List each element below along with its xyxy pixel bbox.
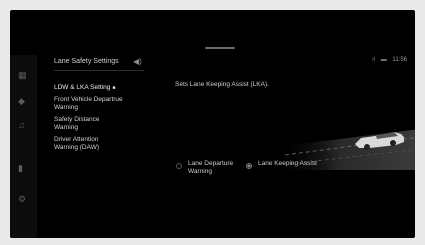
settings-icon[interactable]: ⚙ (18, 195, 26, 204)
battery-icon: ▬ (380, 57, 387, 63)
radio-on-icon (246, 163, 252, 169)
header-divider (54, 70, 144, 71)
menu-item-safety-distance[interactable]: Safety Distance Warning (54, 116, 114, 132)
settings-menu: LDW & LKA Setting ■ Front Vehicle Departr… (54, 84, 169, 156)
drag-handle[interactable] (205, 47, 235, 49)
navigation-icon[interactable]: ◆ (18, 97, 25, 106)
menu-item-driver-attention[interactable]: Driver Attention Warning (DAW) (54, 136, 124, 152)
left-rail: ▦ ◆ ♫ ▮ ⚙ (10, 55, 37, 238)
option-label: Lane Departure Warning (188, 160, 234, 175)
menu-item-front-vehicle-departure[interactable]: Front Vehicle Departrue Warning (54, 96, 126, 112)
menu-item-label: LDW & LKA Setting (54, 84, 111, 91)
page-title: Lane Safety Settings (54, 58, 119, 65)
phone-icon[interactable]: ▮ (18, 164, 23, 173)
menu-item-ldw-lka[interactable]: LDW & LKA Setting ■ (54, 84, 169, 92)
option-label: Lane Keeping Assist (258, 160, 317, 167)
status-bar: ıl ▬ 11:56 (372, 57, 407, 63)
option-lane-departure-warning[interactable]: Lane Departure Warning (176, 160, 248, 176)
signal-icon: ıl (372, 57, 376, 63)
clock: 11:56 (392, 57, 407, 63)
music-icon[interactable]: ♫ (18, 121, 25, 130)
radio-off-icon (176, 163, 182, 169)
speaker-icon[interactable]: ◀) (133, 57, 142, 66)
menu-icon[interactable]: ▦ (18, 71, 27, 80)
setting-description: Sets Lane Keeping Assist (LKA). (175, 81, 269, 88)
selected-indicator-icon: ■ (112, 85, 116, 91)
display-screen: ▦ ◆ ♫ ▮ ⚙ Lane Safety Settings ◀) ıl ▬ 1… (10, 10, 415, 238)
option-lane-keeping-assist[interactable]: Lane Keeping Assist (246, 160, 318, 169)
